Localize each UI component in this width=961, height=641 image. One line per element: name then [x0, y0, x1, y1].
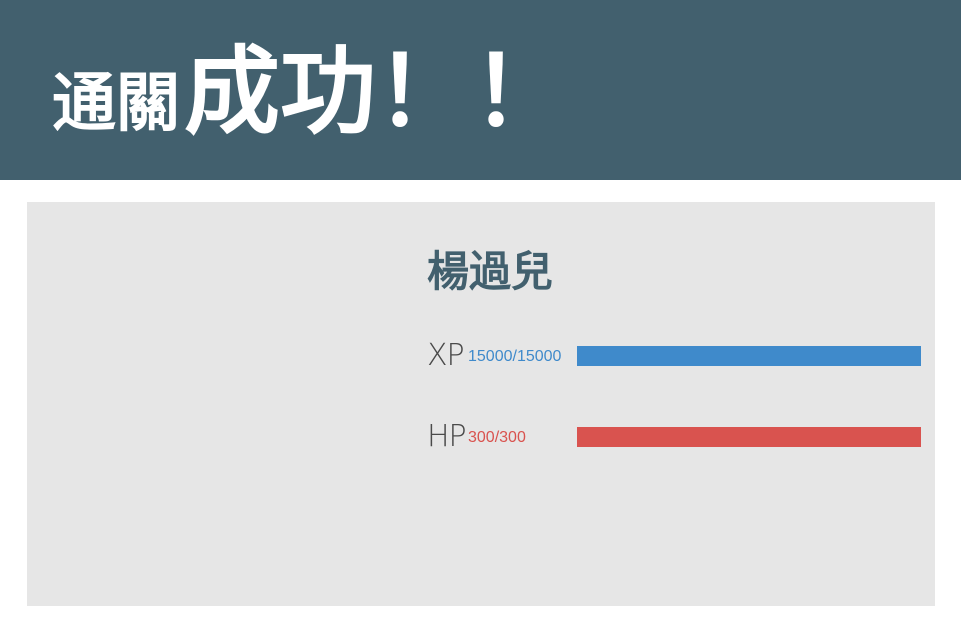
hp-bar-fill: [577, 427, 921, 447]
xp-value: 15000/15000: [468, 348, 562, 365]
hp-value: 300/300: [468, 429, 526, 446]
xp-bar: [577, 346, 921, 366]
hp-bar: [577, 427, 921, 447]
player-card: 楊過兒 XP 15000/15000 HP 300/300: [27, 202, 935, 606]
victory-title-main: 成功！！: [184, 36, 568, 148]
hp-stat-row: HP 300/300: [427, 417, 921, 457]
victory-title-prefix: 通關: [52, 67, 180, 141]
xp-label: XP: [427, 338, 465, 373]
hp-label: HP: [427, 419, 467, 454]
player-name: 楊過兒: [427, 247, 554, 296]
xp-stat-row: XP 15000/15000: [427, 336, 921, 376]
xp-bar-fill: [577, 346, 921, 366]
victory-banner: 通關 成功！！: [0, 0, 961, 180]
victory-title: 通關 成功！！: [52, 32, 568, 152]
